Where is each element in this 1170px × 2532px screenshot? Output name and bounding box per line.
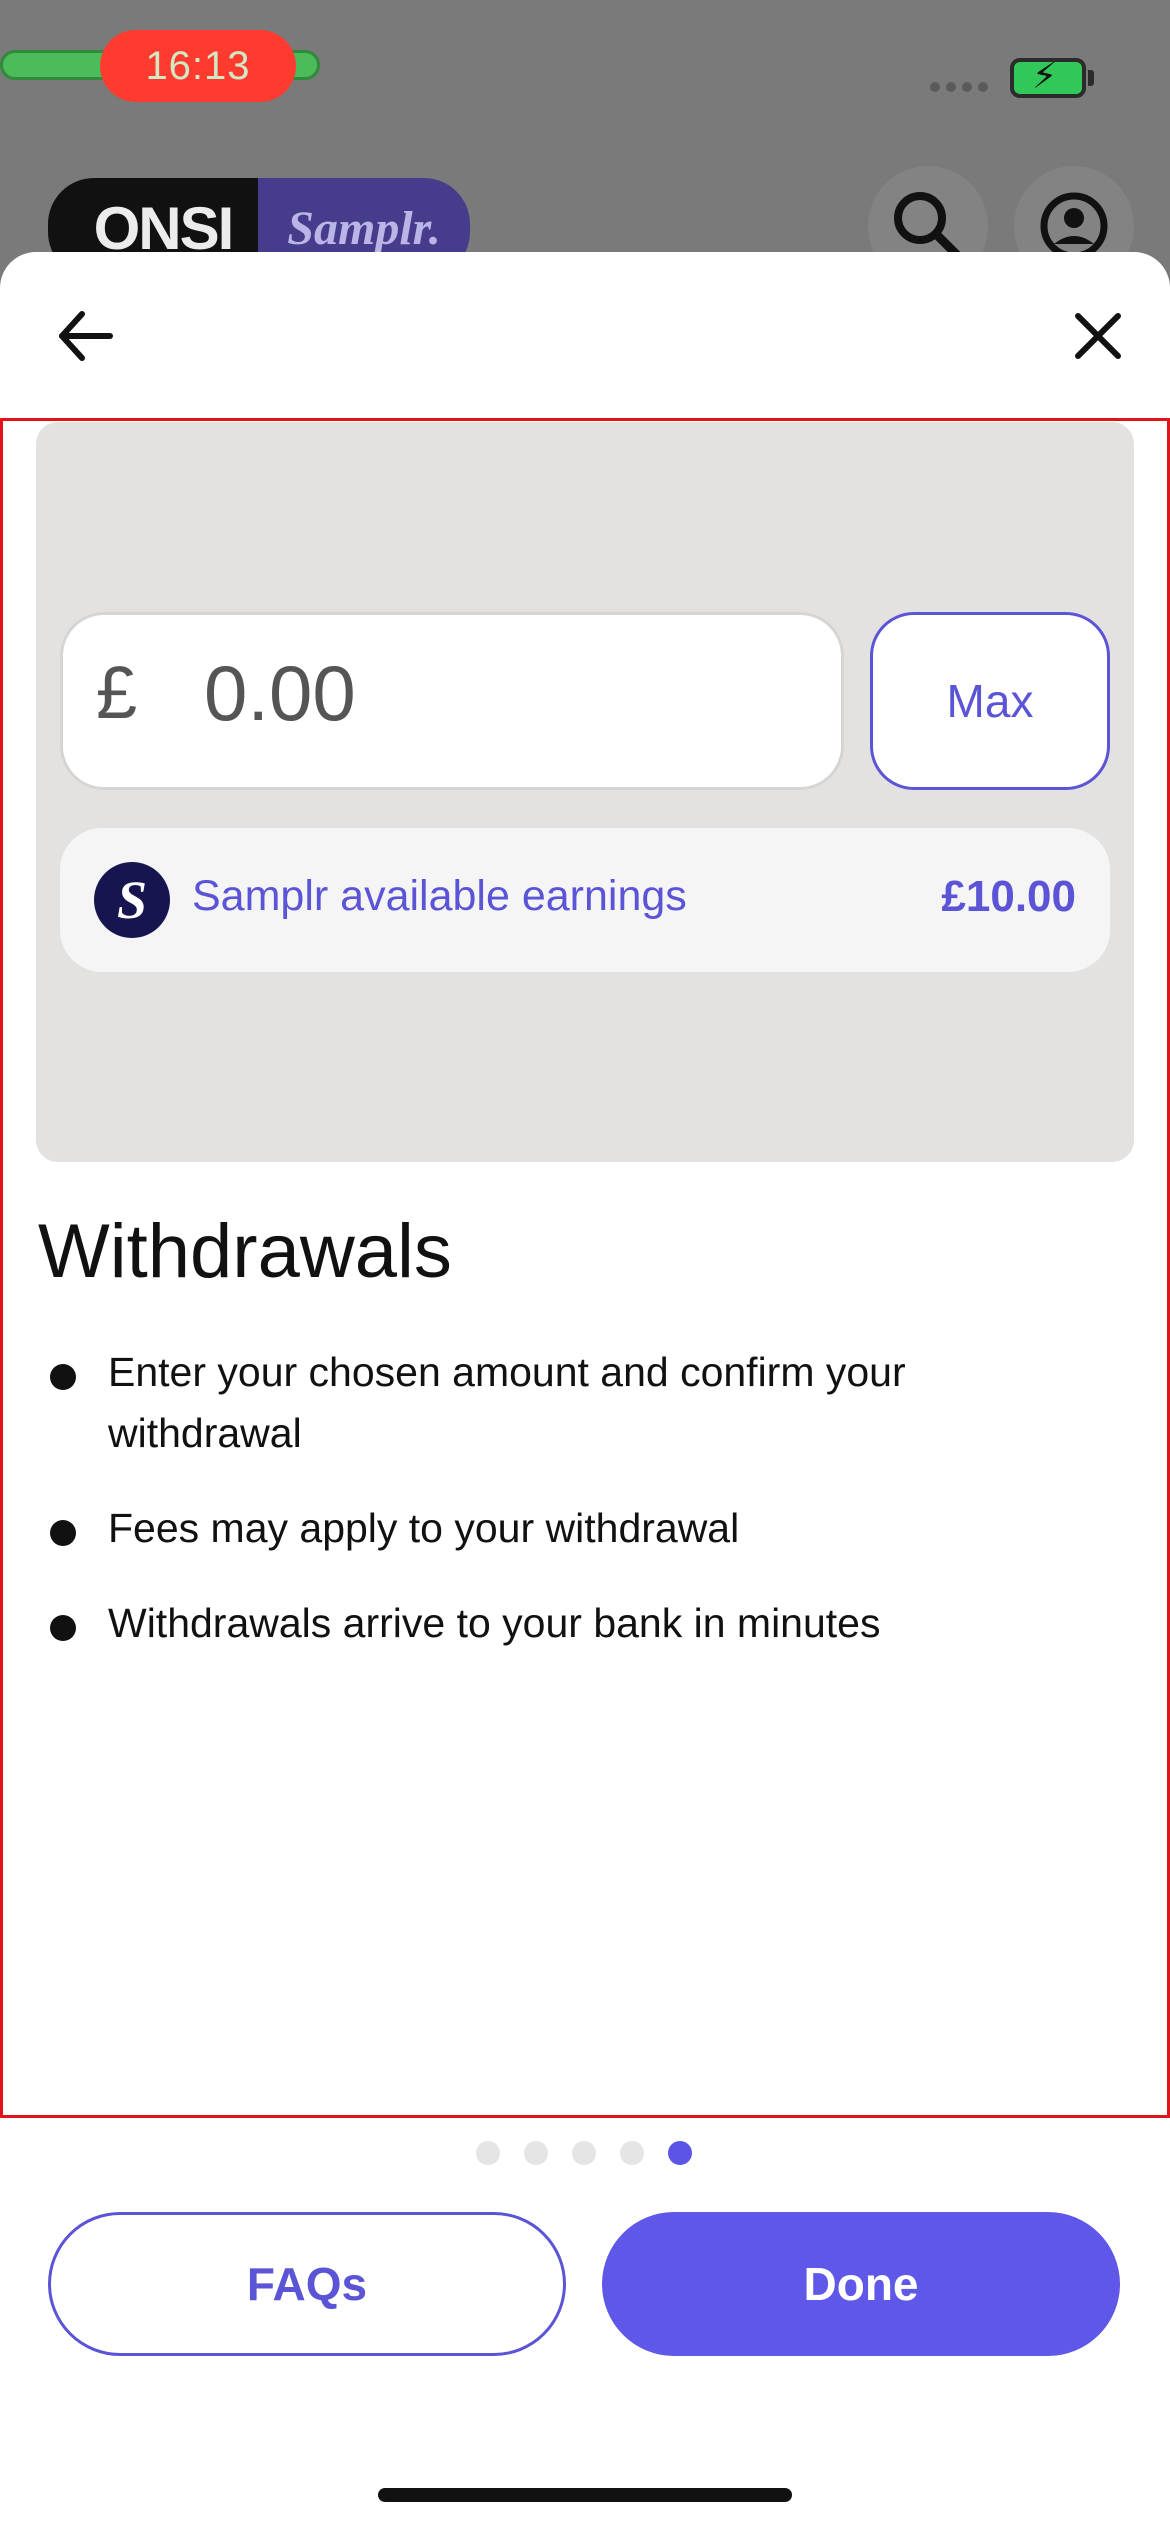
list-item: Withdrawals arrive to your bank in minut…	[40, 1593, 1100, 1654]
signal-icon	[930, 82, 988, 92]
page-title: Withdrawals	[38, 1209, 452, 1294]
bullet-icon	[50, 1364, 76, 1390]
list-item: Enter your chosen amount and confirm you…	[40, 1342, 1100, 1464]
battery-nub	[1088, 70, 1094, 86]
list-item: Fees may apply to your withdrawal	[40, 1498, 1100, 1559]
amount-input	[60, 612, 844, 790]
page-dot[interactable]	[572, 2141, 596, 2165]
arrow-left-icon[interactable]	[50, 300, 122, 372]
charging-bolt-icon: ⚡	[1032, 56, 1058, 97]
page-dot[interactable]	[476, 2141, 500, 2165]
currency-symbol: £	[96, 651, 138, 734]
close-icon[interactable]	[1062, 300, 1134, 372]
page-indicator	[476, 2141, 692, 2165]
page-dot-active[interactable]	[668, 2141, 692, 2165]
earnings-label: Samplr available earnings	[192, 872, 687, 920]
samplr-logo-icon: S	[94, 862, 170, 938]
bullet-icon	[50, 1615, 76, 1641]
status-time: 16:13	[145, 43, 251, 88]
done-button[interactable]: Done	[602, 2212, 1120, 2356]
faqs-button[interactable]: FAQs	[48, 2212, 566, 2356]
amount-value: 0.00	[204, 649, 356, 737]
withdraw-illustration	[36, 422, 1134, 1162]
bullet-list: Enter your chosen amount and confirm you…	[40, 1342, 1100, 1688]
page-dot[interactable]	[620, 2141, 644, 2165]
page-dot[interactable]	[524, 2141, 548, 2165]
earnings-value: £10.00	[941, 872, 1076, 921]
bullet-icon	[50, 1520, 76, 1546]
max-button: Max	[870, 612, 1110, 790]
status-bar: 16:13 ⚡	[0, 0, 1170, 150]
home-indicator[interactable]	[378, 2488, 792, 2502]
